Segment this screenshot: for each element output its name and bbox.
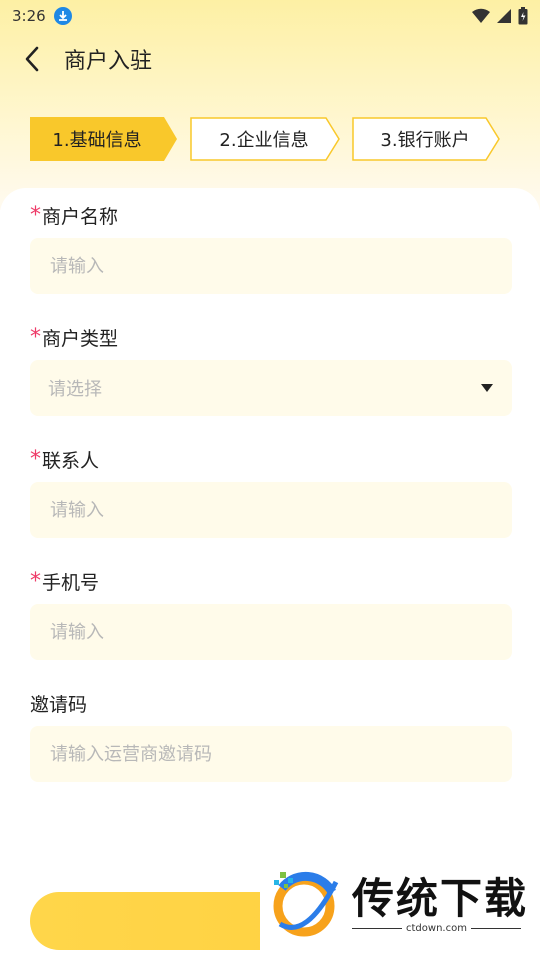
step-indicator: 1.基础信息 2.企业信息 3.银行账户 [30,117,500,161]
dropdown-arrow-icon [481,384,493,392]
merchant-type-field: * 商户类型 请选择 [30,322,512,416]
step-label: 3.银行账户 [380,130,470,151]
merchant-name-field: * 商户名称 [30,200,512,294]
merchant-name-input[interactable] [48,254,494,278]
phone-label: 手机号 [42,571,100,594]
required-mark: * [30,324,41,350]
watermark-logo-icon [273,871,339,937]
required-mark: * [30,202,41,228]
phone-input[interactable] [48,620,494,644]
download-icon [53,7,72,25]
invite-code-field: 邀请码 [30,688,512,782]
page-title: 商户入驻 [64,49,153,74]
invite-code-label: 邀请码 [30,693,88,716]
chevron-left-icon [25,46,39,72]
contact-field: * 联系人 [30,444,512,538]
step-company-info[interactable]: 2.企业信息 [190,117,340,161]
step-bank-account[interactable]: 3.银行账户 [352,117,500,161]
contact-input[interactable] [48,498,494,522]
phone-field: * 手机号 [30,566,512,660]
contact-label: 联系人 [42,449,100,472]
required-mark: * [30,446,41,472]
merchant-type-placeholder: 请选择 [48,379,102,400]
merchant-type-label: 商户类型 [42,327,119,350]
merchant-name-label: 商户名称 [42,205,119,228]
battery-icon [518,7,528,25]
step-label: 1.基础信息 [52,130,142,151]
step-basic-info[interactable]: 1.基础信息 [30,117,178,161]
watermark-overlay: 传统下载 ctdown.com [260,858,540,950]
merchant-type-select[interactable]: 请选择 [30,360,512,416]
invite-code-input[interactable] [48,742,494,766]
wifi-icon [472,8,490,23]
app-header: 商户入驻 [0,36,540,82]
status-bar: 3:26 [0,0,540,32]
step-label: 2.企业信息 [219,130,309,151]
watermark-title: 传统下载 [352,873,529,923]
back-button[interactable] [0,36,64,82]
required-mark: * [30,568,41,594]
signal-icon [497,9,511,23]
status-time: 3:26 [12,7,46,25]
watermark-url: ctdown.com [406,922,467,934]
